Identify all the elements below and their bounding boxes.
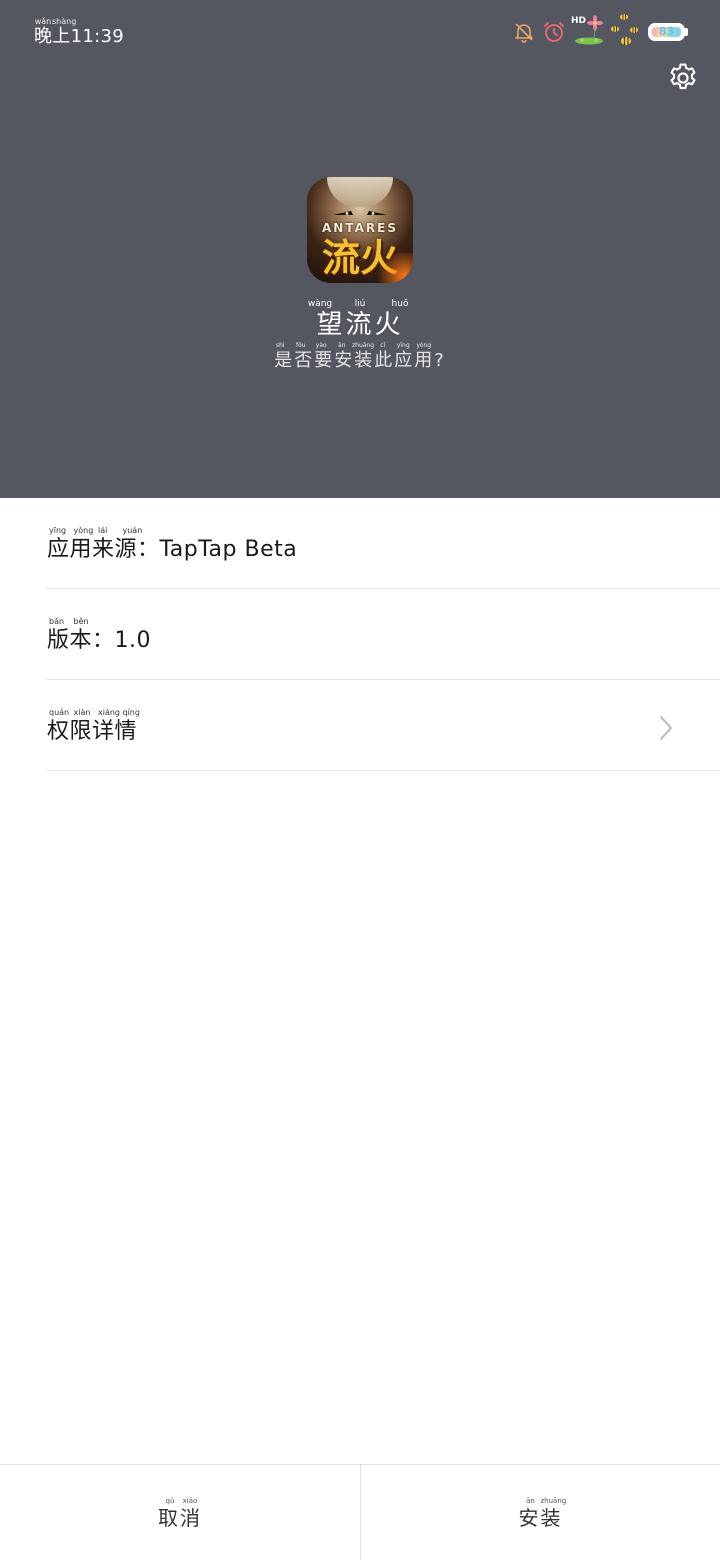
battery-tip: [685, 28, 688, 36]
install-prompt: 是否要安装此应用?: [274, 350, 446, 371]
app-info-list: yīng yòng lái yuán 应用来源：TapTap Beta bǎn …: [0, 498, 720, 771]
install-screen: wǎn shàng 晚上11:39 HD 83 ANTARES 流火 wàng …: [0, 0, 720, 1560]
permission-details-row[interactable]: quán xiàn xiáng qíng 权限详情: [46, 680, 720, 771]
pinyin: xiàn: [73, 708, 91, 717]
action-bar: qǔ xiāo 取消 ān zhuāng 安装: [0, 1464, 720, 1560]
pinyin: yīng: [49, 526, 67, 535]
pinyin: shì: [275, 342, 285, 349]
app-name-pinyin: wàng liú huǒ: [0, 299, 720, 309]
pinyin: yīng: [396, 342, 410, 349]
status-time: 晚上11:39: [34, 26, 124, 47]
header: wǎn shàng 晚上11:39 HD 83 ANTARES 流火 wàng …: [0, 0, 720, 498]
pinyin: yào: [315, 342, 327, 349]
flower-sticker-icon: [575, 15, 603, 45]
prompt-pinyin: shì fǒu yào ān zhuāng cǐ yīng yòng: [0, 342, 720, 350]
app-icon-fire: [373, 253, 413, 283]
app-name-block: wàng liú huǒ 望流火: [0, 299, 720, 341]
pinyin: wǎn: [34, 17, 52, 26]
app-icon: ANTARES 流火: [307, 177, 413, 283]
app-source-label: 应用来源：TapTap Beta: [47, 537, 298, 562]
bell-off-icon: [515, 23, 533, 43]
version-pinyin: bǎn běn: [49, 617, 98, 627]
cancel-label: 取消: [158, 1506, 202, 1530]
app-icon-eyes: [333, 211, 387, 215]
install-prompt-block: shì fǒu yào ān zhuāng cǐ yīng yòng 是否要安装…: [0, 342, 720, 372]
pinyin: yuán: [122, 526, 143, 535]
app-source-row: yīng yòng lái yuán 应用来源：TapTap Beta: [46, 498, 720, 589]
battery-icon: 83: [648, 23, 688, 41]
status-bar: wǎn shàng 晚上11:39 HD 83: [0, 0, 720, 60]
install-label: 安装: [518, 1506, 563, 1530]
status-icons: HD 83: [512, 14, 692, 50]
pinyin: zhuāng: [352, 342, 375, 349]
pinyin: bǎn: [49, 617, 65, 626]
pinyin-spacer: [434, 342, 450, 350]
time-pinyin: wǎn shàng: [34, 17, 124, 26]
pinyin: quán: [49, 708, 70, 717]
pinyin: fǒu: [295, 342, 306, 349]
bee-sticker-icon: [611, 14, 638, 45]
pinyin: xiáng: [98, 708, 121, 717]
pinyin: cǐ: [380, 342, 386, 349]
pinyin: yòng: [416, 342, 432, 349]
app-icon-art: [327, 177, 393, 207]
alarm-clock-icon: [544, 22, 564, 42]
battery-level: 83: [658, 25, 675, 38]
gear-icon: [670, 63, 696, 90]
pinyin: qíng: [122, 708, 140, 717]
version-label: 版本：1.0: [47, 628, 151, 653]
source-pinyin: yīng yòng lái yuán: [49, 526, 147, 536]
pinyin: shàng: [52, 17, 77, 26]
pinyin: běn: [73, 617, 89, 626]
install-button[interactable]: ān zhuāng 安装: [360, 1465, 720, 1560]
pinyin: liú: [354, 299, 366, 309]
permission-details-label: 权限详情: [47, 719, 138, 744]
cancel-button[interactable]: qǔ xiāo 取消: [0, 1465, 360, 1560]
version-row: bǎn běn 版本：1.0: [46, 589, 720, 680]
chevron-right-icon: [660, 716, 672, 740]
pinyin: ān: [338, 342, 346, 349]
clock: wǎn shàng 晚上11:39: [34, 17, 124, 48]
pinyin: lái: [98, 526, 108, 535]
pinyin: yòng: [73, 526, 94, 535]
settings-button[interactable]: [664, 59, 702, 97]
pinyin: huǒ: [391, 299, 409, 309]
permissions-pinyin: quán xiàn xiáng qíng: [49, 708, 147, 718]
pinyin: wàng: [307, 299, 333, 309]
app-name: 望流火: [316, 310, 404, 340]
